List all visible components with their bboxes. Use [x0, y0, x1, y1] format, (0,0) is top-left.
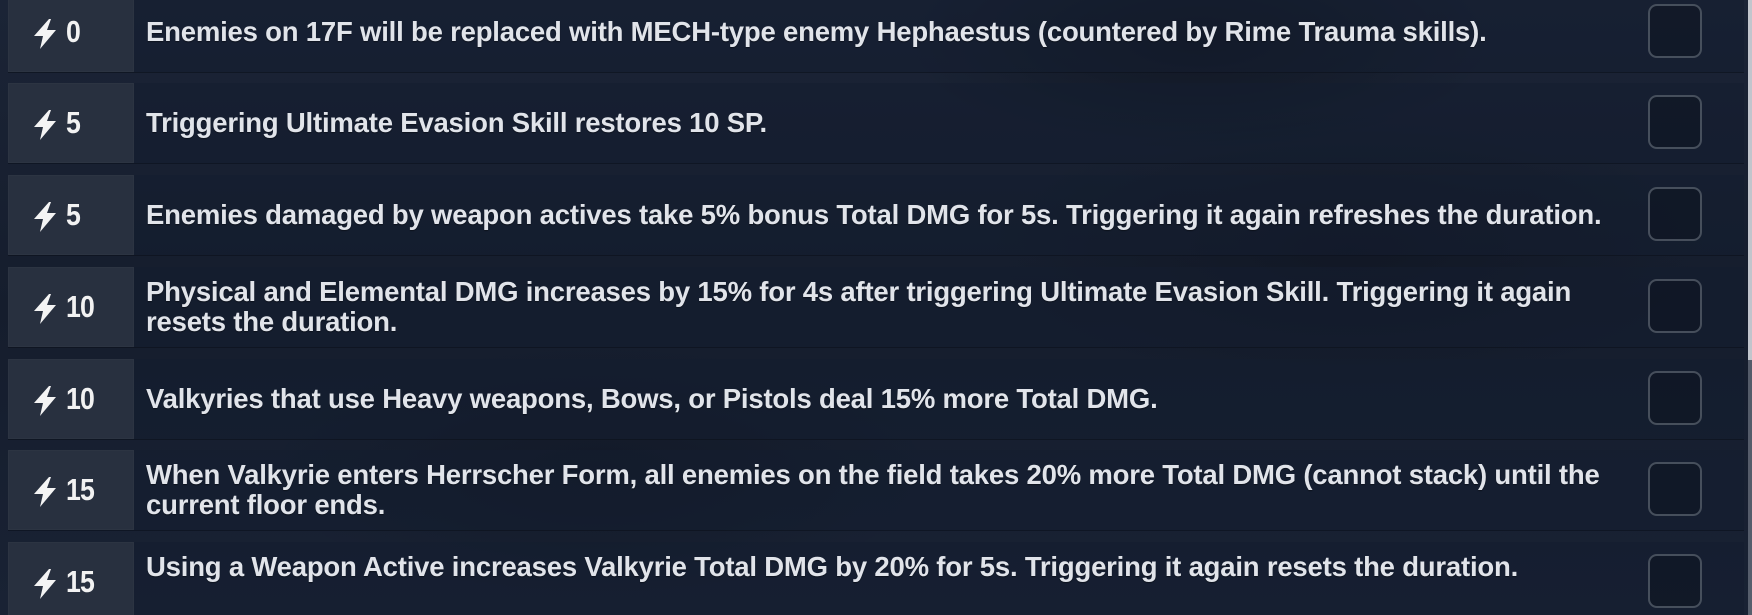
lightning-bolt-icon — [34, 19, 56, 49]
buff-description: Enemies on 17F will be replaced with MEC… — [146, 0, 1616, 72]
cost-box: 5 — [8, 83, 134, 163]
buff-list[interactable]: 0 Enemies on 17F will be replaced with M… — [8, 0, 1744, 615]
cost-box: 5 — [8, 175, 134, 255]
buff-description-text: When Valkyrie enters Herrscher Form, all… — [146, 459, 1600, 520]
lightning-bolt-icon — [34, 202, 56, 232]
lightning-bolt-icon — [34, 386, 56, 416]
scrollbar-thumb[interactable] — [1748, 0, 1752, 360]
select-checkbox[interactable] — [1648, 371, 1702, 425]
lightning-bolt-icon — [34, 294, 56, 324]
buff-description: When Valkyrie enters Herrscher Form, all… — [146, 450, 1616, 530]
buff-description: Physical and Elemental DMG increases by … — [146, 267, 1616, 347]
cost-box: 15 — [8, 542, 134, 615]
buff-row[interactable]: 0 Enemies on 17F will be replaced with M… — [8, 0, 1744, 73]
buff-row[interactable]: 10 Physical and Elemental DMG increases … — [8, 267, 1744, 348]
buff-description: Triggering Ultimate Evasion Skill restor… — [146, 83, 1616, 163]
select-checkbox[interactable] — [1648, 554, 1702, 608]
cost-value: 10 — [66, 381, 95, 416]
buff-description-text: Physical and Elemental DMG increases by … — [146, 276, 1572, 337]
cost-value: 5 — [66, 105, 81, 140]
cost-value: 10 — [66, 289, 95, 324]
cost-value: 5 — [66, 197, 81, 232]
buff-description-text: Valkyries that use Heavy weapons, Bows, … — [146, 383, 1158, 414]
buff-row[interactable]: 5 Triggering Ultimate Evasion Skill rest… — [8, 83, 1744, 164]
buff-row[interactable]: 10 Valkyries that use Heavy weapons, Bow… — [8, 359, 1744, 440]
lightning-bolt-icon — [34, 110, 56, 140]
scrollbar-track[interactable] — [1748, 0, 1752, 615]
cost-value: 15 — [66, 564, 95, 599]
select-checkbox[interactable] — [1648, 4, 1702, 58]
cost-box: 10 — [8, 267, 134, 347]
buff-row[interactable]: 5 Enemies damaged by weapon actives take… — [8, 175, 1744, 256]
cost-box: 15 — [8, 450, 134, 530]
select-checkbox[interactable] — [1648, 187, 1702, 241]
select-checkbox[interactable] — [1648, 95, 1702, 149]
buff-description: Valkyries that use Heavy weapons, Bows, … — [146, 359, 1616, 439]
buff-description-text: Using a Weapon Active increases Valkyrie… — [146, 551, 1519, 582]
select-checkbox[interactable] — [1648, 279, 1702, 333]
buff-description-text: Enemies on 17F will be replaced with MEC… — [146, 16, 1487, 47]
lightning-bolt-icon — [34, 569, 56, 599]
cost-box: 10 — [8, 359, 134, 439]
buff-row[interactable]: 15 When Valkyrie enters Herrscher Form, … — [8, 450, 1744, 531]
buff-row[interactable]: 15 Using a Weapon Active increases Valky… — [8, 542, 1744, 615]
buff-description: Using a Weapon Active increases Valkyrie… — [146, 542, 1616, 615]
buff-description-text: Enemies damaged by weapon actives take 5… — [146, 199, 1602, 230]
cost-value: 0 — [66, 14, 81, 49]
buff-description: Enemies damaged by weapon actives take 5… — [146, 175, 1616, 255]
select-checkbox[interactable] — [1648, 462, 1702, 516]
cost-value: 15 — [66, 472, 95, 507]
cost-box: 0 — [8, 0, 134, 72]
lightning-bolt-icon — [34, 477, 56, 507]
buff-description-text: Triggering Ultimate Evasion Skill restor… — [146, 107, 767, 138]
